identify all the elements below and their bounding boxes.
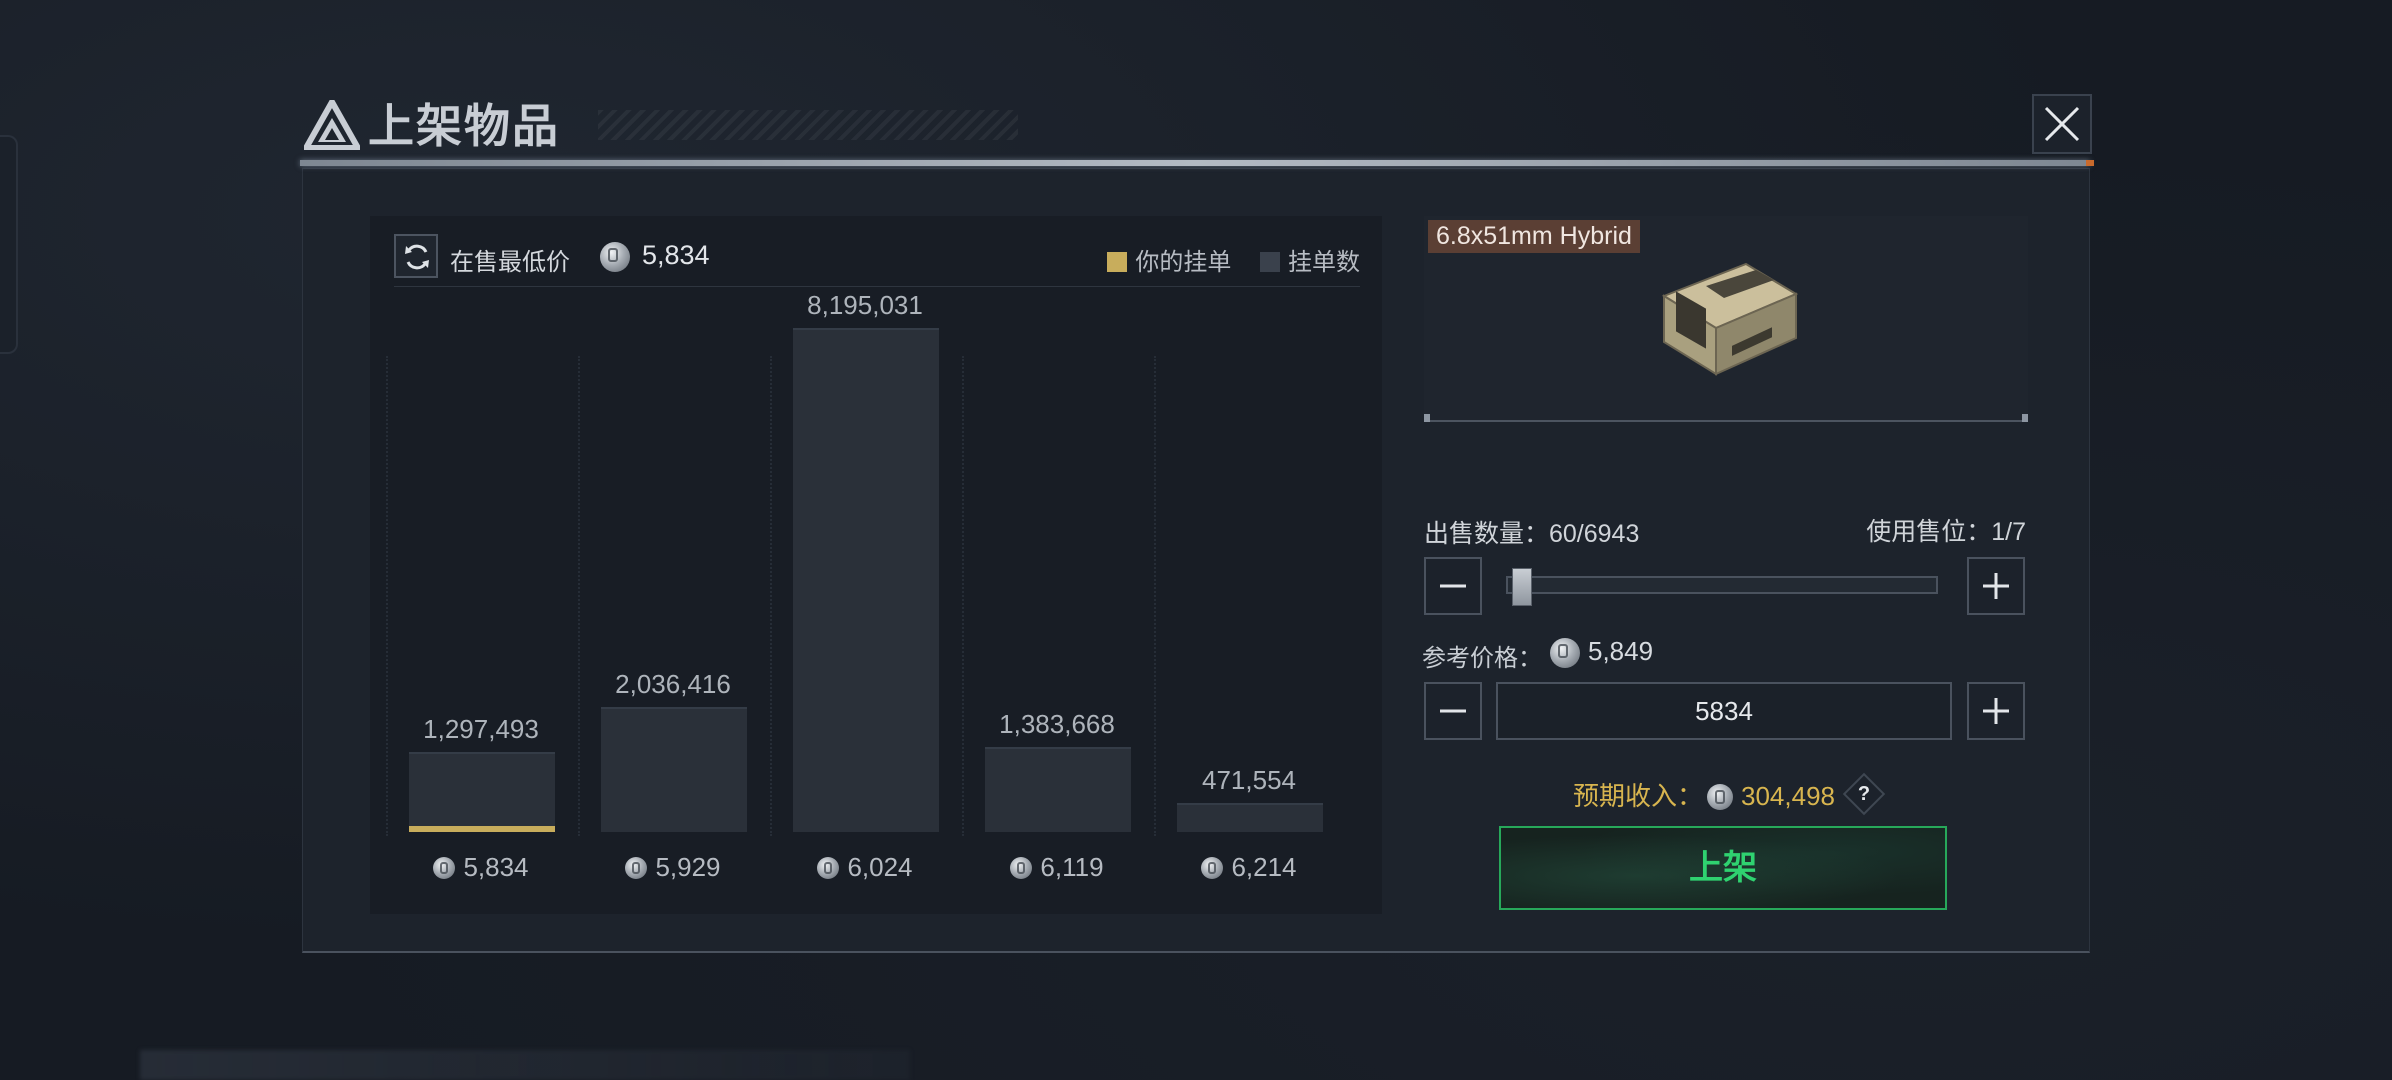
bar-column[interactable]: 1,297,493 5,834 [386,316,576,906]
coin-icon [600,242,630,272]
bar-top-edge [1177,803,1323,805]
bar-top-edge [985,747,1131,749]
expected-income-label: 预期收入： [1573,781,1704,811]
expected-income-value: 304,498 [1741,781,1835,811]
ammo-box-image [1661,262,1799,376]
expected-income: 预期收入： 304,498? [1424,772,2028,816]
bar-value-label: 2,036,416 [615,669,731,699]
title-decoration [598,110,1018,140]
reference-price-value: 5,849 [1588,636,1654,666]
coin-icon [1707,784,1734,810]
bar-value-label: 1,383,668 [999,709,1115,739]
bar-top-edge [793,328,939,330]
coin-icon [625,857,648,879]
list-item-button[interactable]: 上架 [1499,826,1947,910]
plus-icon [1983,698,2009,724]
item-name: 6.8x51mm Hybrid [1428,220,1640,253]
bar [793,328,939,832]
legend-item-order-count: 挂单数 [1260,242,1360,277]
help-glyph: ? [1857,783,1871,805]
close-icon [2044,106,2080,142]
quantity-increase-button[interactable] [1967,557,2025,615]
header-divider [300,160,2094,166]
sell-quantity-label: 出售数量：60/6943 [1424,520,1640,548]
column-guide [770,356,772,836]
refresh-button[interactable] [394,234,438,278]
bar-price-label: 6,214 [1154,852,1344,883]
price-chart-panel: 在售最低价 5,834 你的挂单 挂单数 1,297,493 5,834 2,036… [370,216,1382,914]
coin-icon [817,857,840,879]
lowest-price-value: 5,834 [642,240,710,270]
legend-item-my-orders: 你的挂单 [1107,242,1231,277]
item-card: 6.8x51mm Hybrid [1424,216,2028,422]
bar [1177,803,1323,832]
bar [409,752,555,832]
plus-icon [1983,573,2009,599]
blurred-background-text [140,1050,910,1080]
coin-icon [1010,857,1033,879]
lowest-price-label: 在售最低价 [450,249,570,276]
minus-icon [1440,584,1466,588]
price-text: 5,834 [463,852,529,882]
column-guide [578,356,580,836]
close-button[interactable] [2032,94,2092,154]
column-guide [1154,356,1156,836]
price-text: 5,929 [655,852,721,882]
bar-top-edge [409,752,555,754]
triangle-logo-icon [304,100,360,150]
dialog-title: 上架物品 [368,100,560,152]
reference-price-label: 参考价格： [1422,645,1542,672]
slider-handle[interactable] [1512,568,1532,606]
bar-column[interactable]: 471,554 6,214 [1154,316,1344,906]
price-text: 6,024 [847,852,913,882]
bar-value-label: 1,297,493 [423,714,539,744]
minus-icon [1440,709,1466,713]
bar [985,747,1131,832]
price-text: 6,119 [1040,852,1104,882]
price-decrease-button[interactable] [1424,682,1482,740]
bar-price-label: 6,119 [962,852,1152,883]
column-guide [962,356,964,836]
bar-value-label: 8,195,031 [807,290,923,320]
coin-icon [1550,638,1580,668]
bar [601,707,747,832]
price-increase-button[interactable] [1967,682,2025,740]
legend-swatch [1107,252,1128,272]
coin-icon [1201,857,1224,879]
bar-price-label: 6,024 [770,852,960,883]
dialog-header: 上架物品 [298,92,2092,164]
coin-icon [433,857,456,879]
my-order-mark [409,826,555,832]
help-icon[interactable]: ? [1842,772,1886,816]
bar-price-label: 5,929 [578,852,768,883]
price-input[interactable] [1496,682,1952,740]
legend-label: 你的挂单 [1135,249,1232,276]
slot-usage-label: 使用售位：1/7 [1866,518,2026,546]
quantity-slider[interactable] [1506,568,1938,606]
chart-legend: 你的挂单 挂单数 [1085,242,1360,277]
bar-price-label: 5,834 [386,852,576,883]
bar-column[interactable]: 1,383,668 6,119 [962,316,1152,906]
column-guide [386,356,388,836]
legend-label: 挂单数 [1288,249,1360,276]
side-tab[interactable] [0,135,18,354]
price-text: 6,214 [1231,852,1297,882]
quantity-decrease-button[interactable] [1424,557,1482,615]
bar-column[interactable]: 8,195,031 6,024 [770,290,960,906]
chart-topbar: 在售最低价 5,834 你的挂单 挂单数 [394,230,1360,287]
bar-value-label: 471,554 [1202,765,1296,795]
legend-swatch [1260,252,1280,272]
bar-top-edge [601,707,747,709]
bar-column[interactable]: 2,036,416 5,929 [578,316,768,906]
refresh-icon [405,244,429,270]
